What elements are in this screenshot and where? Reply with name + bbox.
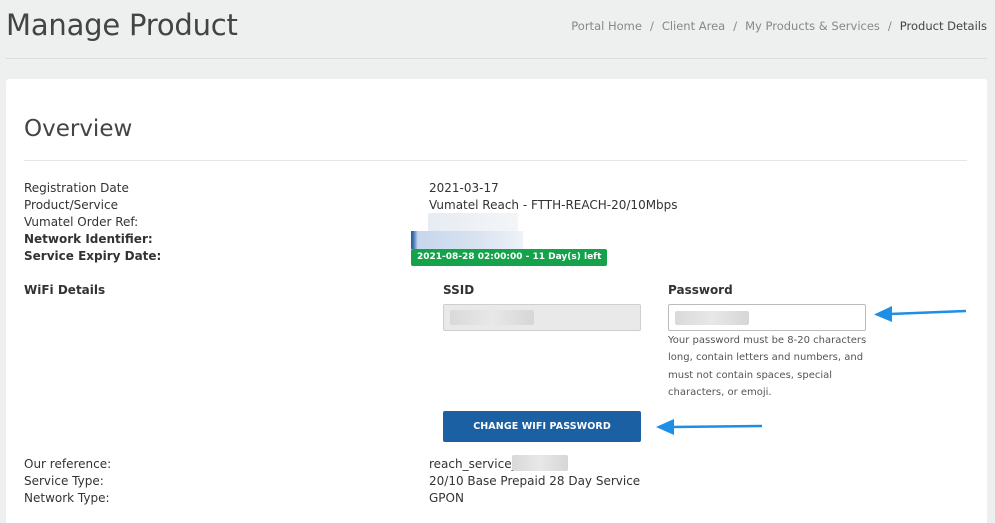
annotation-arrow-icon	[874, 306, 967, 322]
redacted-ssid	[450, 310, 534, 325]
registration-date-label: Registration Date	[24, 181, 129, 195]
breadcrumb-portal-home[interactable]: Portal Home	[571, 19, 642, 33]
breadcrumb: Portal Home / Client Area / My Products …	[571, 19, 987, 33]
order-ref-label: Vumatel Order Ref:	[24, 215, 139, 229]
redacted-network-identifier	[411, 231, 523, 249]
product-service-label: Product/Service	[24, 198, 118, 212]
password-label: Password	[668, 283, 733, 297]
breadcrumb-separator: /	[887, 19, 892, 33]
expiry-badge: 2021-08-28 02:00:00 - 11 Day(s) left	[411, 249, 608, 266]
redacted-order-ref	[428, 213, 518, 231]
header-divider	[6, 58, 987, 59]
breadcrumb-client-area[interactable]: Client Area	[662, 19, 725, 33]
breadcrumb-product-details: Product Details	[899, 19, 987, 33]
network-identifier-label: Network Identifier:	[24, 232, 153, 246]
our-reference-label: Our reference:	[24, 457, 112, 471]
page-title: Manage Product	[6, 8, 238, 42]
breadcrumb-separator: /	[733, 19, 738, 33]
registration-date-value: 2021-03-17	[429, 181, 499, 195]
breadcrumb-my-products[interactable]: My Products & Services	[745, 19, 880, 33]
redacted-password	[675, 311, 749, 325]
overview-title: Overview	[24, 116, 133, 142]
breadcrumb-separator: /	[649, 19, 654, 33]
network-type-value: GPON	[429, 491, 464, 505]
redacted-reference-suffix	[512, 455, 568, 471]
overview-card: Overview Registration Date 2021-03-17 Pr…	[6, 79, 987, 523]
product-service-value: Vumatel Reach - FTTH-REACH-20/10Mbps	[429, 198, 678, 212]
ssid-label: SSID	[443, 283, 475, 297]
service-type-value: 20/10 Base Prepaid 28 Day Service	[429, 474, 641, 488]
change-wifi-password-button[interactable]: CHANGE WIFI PASSWORD	[443, 411, 641, 442]
password-field[interactable]	[668, 304, 866, 331]
annotation-arrow-icon	[656, 419, 763, 435]
service-type-label: Service Type:	[24, 474, 104, 488]
wifi-details-label: WiFi Details	[24, 283, 106, 297]
our-reference-value: reach_service_	[429, 457, 518, 471]
network-type-label: Network Type:	[24, 491, 110, 505]
service-expiry-label: Service Expiry Date:	[24, 249, 162, 263]
ssid-field[interactable]	[443, 304, 641, 331]
overview-divider	[24, 160, 967, 161]
password-help-text: Your password must be 8-20 characters lo…	[668, 335, 867, 398]
